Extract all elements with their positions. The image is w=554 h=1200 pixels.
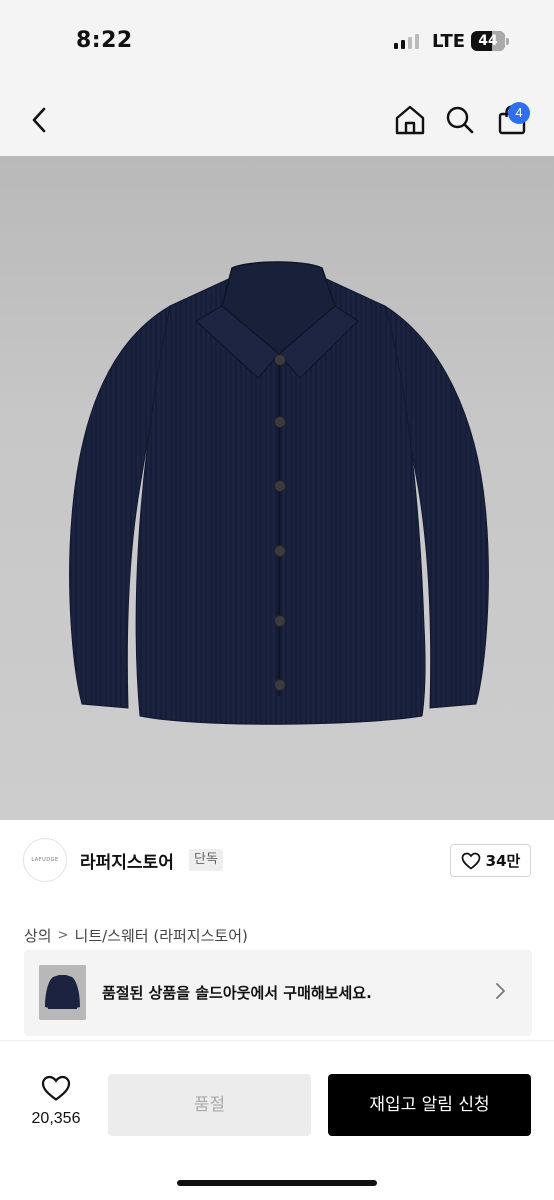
battery-tip	[506, 38, 509, 45]
store-logo[interactable]: LAFUDGE	[23, 838, 67, 882]
wishlist-count: 20,356	[31, 1110, 81, 1127]
search-icon	[446, 106, 474, 134]
wishlist-button[interactable]: 20,356	[22, 1075, 90, 1128]
store-like-count: 34만	[485, 852, 521, 870]
soldout-button[interactable]: 품절	[108, 1074, 311, 1136]
store-info-row: LAFUDGE 라퍼지스토어 단독 34만	[0, 820, 554, 900]
heart-icon	[461, 852, 481, 870]
product-image[interactable]	[0, 156, 554, 820]
home-icon	[395, 105, 425, 135]
breadcrumb-category[interactable]: 상의	[24, 925, 52, 946]
status-bar: 8:22 LTE 44	[0, 0, 554, 84]
restock-alert-button[interactable]: 재입고 알림 신청	[328, 1074, 531, 1136]
cart-count-badge: 4	[508, 102, 530, 124]
bottom-action-bar: 20,356 품절 재입고 알림 신청	[0, 1040, 554, 1200]
status-time: 8:22	[76, 28, 133, 53]
store-name-link[interactable]: 라퍼지스토어	[80, 848, 174, 873]
chevron-left-icon	[32, 107, 46, 133]
breadcrumb-separator: >	[57, 928, 69, 943]
top-nav-bar	[0, 84, 554, 156]
cardigan-illustration	[69, 261, 489, 725]
breadcrumb-subcategory[interactable]: 니트/스웨터 (라퍼지스토어)	[75, 925, 248, 946]
battery-level: 44	[478, 33, 498, 49]
network-label: LTE	[432, 31, 466, 52]
store-logo-text: LAFUDGE	[31, 857, 59, 863]
search-button[interactable]	[440, 100, 480, 140]
soldout-thumbnail	[39, 965, 86, 1020]
home-indicator	[177, 1180, 377, 1186]
soldout-banner[interactable]: 품절된 상품을 솔드아웃에서 구매해보세요.	[24, 950, 532, 1036]
soldout-banner-text: 품절된 상품을 솔드아웃에서 구매해보세요.	[102, 984, 372, 1002]
store-like-button[interactable]: 34만	[450, 844, 531, 877]
chevron-right-icon	[496, 983, 505, 999]
heart-icon	[41, 1075, 71, 1101]
signal-icon	[394, 34, 419, 49]
home-button[interactable]	[390, 100, 430, 140]
exclusive-badge: 단독	[189, 849, 223, 871]
breadcrumb: 상의 > 니트/스웨터 (라퍼지스토어)	[24, 925, 248, 946]
battery-icon: 44	[471, 31, 505, 51]
back-button[interactable]	[20, 100, 60, 140]
